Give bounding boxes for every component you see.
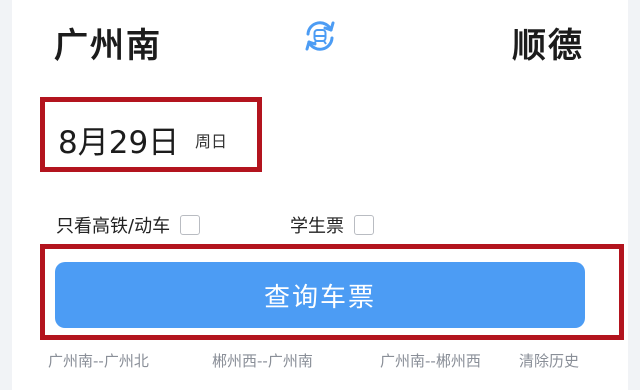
swap-icon	[300, 16, 340, 60]
student-ticket-label: 学生票	[290, 216, 344, 237]
history-item[interactable]: 广州南--广州北	[48, 350, 149, 371]
student-ticket-checkbox[interactable]	[354, 215, 374, 235]
swap-stations-button[interactable]	[298, 16, 342, 60]
history-item[interactable]: 广州南--郴州西	[380, 350, 481, 371]
travel-weekday: 周日	[195, 132, 228, 151]
student-ticket-option[interactable]: 学生票	[290, 212, 374, 238]
high-speed-only-checkbox[interactable]	[180, 215, 201, 235]
high-speed-only-option[interactable]: 只看高铁/动车	[56, 212, 201, 238]
query-tickets-button[interactable]: 查询车票	[55, 262, 585, 328]
history-item[interactable]: 郴州西--广州南	[212, 350, 313, 371]
from-station[interactable]: 广州南	[54, 18, 162, 67]
high-speed-only-label: 只看高铁/动车	[56, 216, 171, 237]
clear-history-link[interactable]: 清除历史	[519, 350, 579, 371]
query-button-highlight: 查询车票	[40, 244, 624, 340]
to-station[interactable]: 顺德	[512, 18, 584, 67]
ticket-search-card: 广州南 顺德 8月29日 周日 只看高铁/动车 学生票 查询车票 广州南--广州…	[12, 0, 628, 390]
travel-date: 8月29日	[58, 125, 180, 161]
date-picker[interactable]: 8月29日 周日	[40, 97, 262, 172]
